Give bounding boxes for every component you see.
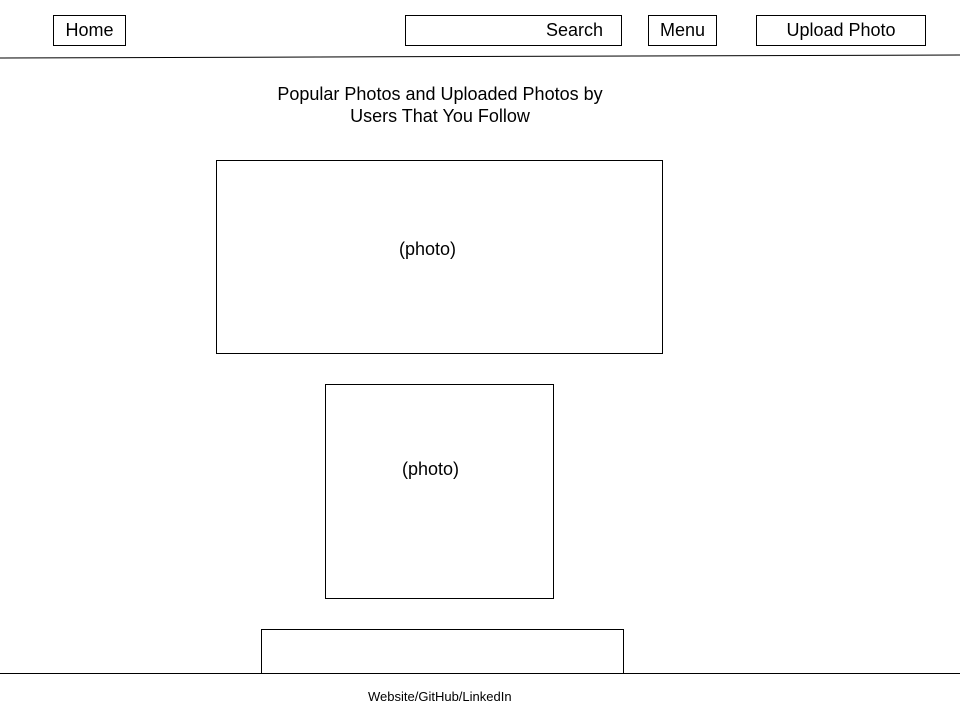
photo-card[interactable]: (photo) [325, 384, 554, 599]
search-input[interactable]: Search [405, 15, 622, 46]
photo-placeholder-label: (photo) [398, 238, 457, 259]
upload-photo-button[interactable]: Upload Photo [756, 15, 926, 46]
footer-links[interactable]: Website/GitHub/LinkedIn [368, 689, 512, 704]
wireframe-page: Home Search Menu Upload Photo Popular Ph… [0, 0, 960, 720]
photo-placeholder-label: (photo) [401, 459, 460, 479]
feed-heading-line-1: Popular Photos and Uploaded Photos by [277, 84, 603, 104]
photo-card[interactable]: (photo) [216, 160, 663, 354]
feed-heading-line-2: Users That You Follow [350, 106, 530, 126]
menu-button[interactable]: Menu [648, 15, 717, 46]
footer: Website/GitHub/LinkedIn [0, 673, 960, 720]
feed-heading: Popular Photos and Uploaded Photos by Us… [240, 83, 640, 127]
home-button[interactable]: Home [53, 15, 126, 46]
